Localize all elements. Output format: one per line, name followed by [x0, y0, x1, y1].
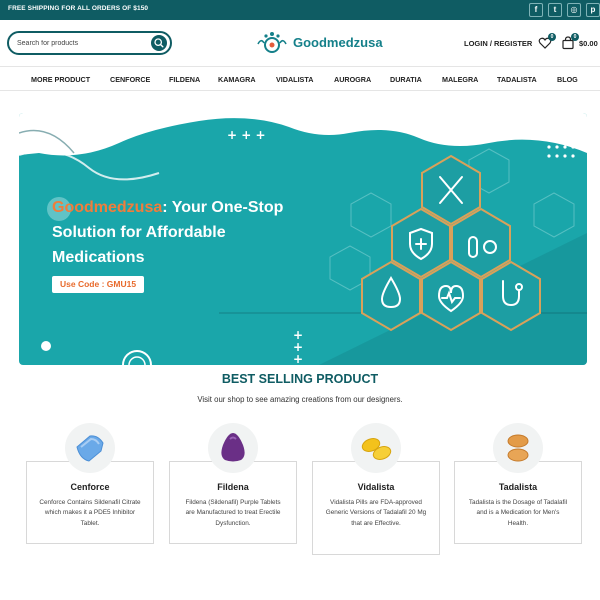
- login-register-link[interactable]: LOGIN / REGISTER: [464, 39, 532, 48]
- product-card-tadalista[interactable]: Tadalista Tadalista is the Dosage of Tad…: [454, 461, 582, 544]
- nav-item-duratia[interactable]: DURATIA: [390, 75, 422, 84]
- search-input[interactable]: [17, 36, 147, 50]
- product-image-tadalista[interactable]: [493, 423, 543, 473]
- product-card-vidalista[interactable]: Vidalista Vidalista Pills are FDA-approv…: [312, 461, 440, 555]
- logo-text: Goodmedzusa: [293, 35, 383, 50]
- search-box: [7, 31, 172, 55]
- svg-text:+ + +: + + +: [227, 128, 266, 142]
- product-title[interactable]: Tadalista: [455, 482, 581, 492]
- product-title[interactable]: Vidalista: [313, 482, 439, 492]
- product-image-fildena[interactable]: [208, 423, 258, 473]
- search-icon: [154, 38, 164, 48]
- purple-pill-icon: [221, 433, 245, 462]
- product-card-cenforce[interactable]: Cenforce Cenforce Contains Sildenafil Ci…: [26, 461, 154, 544]
- banner-headline-line2: Solution for Affordable: [52, 224, 226, 241]
- banner-headline-rest: : Your One-Stop: [162, 199, 284, 216]
- nav-item-tadalista[interactable]: TADALISTA: [497, 75, 537, 84]
- section-title: BEST SELLING PRODUCT: [221, 372, 379, 386]
- site-header: Goodmedzusa LOGIN / REGISTER 0 0 $0.00: [0, 20, 600, 67]
- product-description: Cenforce Contains Sildenafil Citrate whi…: [39, 499, 141, 527]
- cart-button[interactable]: 0: [561, 33, 579, 50]
- product-title[interactable]: Fildena: [170, 482, 296, 492]
- pinterest-icon[interactable]: p: [586, 3, 600, 17]
- nav-item-cenforce[interactable]: CENFORCE: [110, 75, 150, 84]
- banner-brand: Goodmedzusa: [52, 199, 163, 216]
- nav-item-vidalista[interactable]: VIDALISTA: [276, 75, 313, 84]
- product-description: Vidalista Pills are FDA-approved Generic…: [325, 499, 427, 527]
- nav-item-aurogra[interactable]: AUROGRA: [334, 75, 371, 84]
- nav-item-fildena[interactable]: FILDENA: [169, 75, 200, 84]
- nav-item-more-product[interactable]: MORE PRODUCT: [31, 75, 90, 84]
- product-title[interactable]: Cenforce: [27, 482, 153, 492]
- cart-count-badge: 0: [571, 33, 579, 41]
- section-subtitle: Visit our shop to see amazing creations …: [197, 395, 403, 404]
- wishlist-count-badge: 0: [548, 33, 556, 41]
- product-image-vidalista[interactable]: [351, 423, 401, 473]
- wishlist-button[interactable]: 0: [538, 33, 556, 50]
- product-description: Tadalista is the Dosage of Tadalafil and…: [468, 499, 568, 527]
- facebook-icon[interactable]: f: [529, 3, 543, 17]
- promo-code-badge: Use Code : GMU15: [52, 276, 145, 293]
- hero-banner[interactable]: + + + + + + Goodmedzusa: Your One-Stop S…: [19, 113, 587, 365]
- orange-pill-icon: [507, 434, 529, 462]
- yellow-pill-icon: [361, 438, 392, 460]
- product-image-cenforce[interactable]: [65, 423, 115, 473]
- banner-headline-line1: Goodmedzusa: Your One-Stop: [52, 199, 283, 217]
- nav-item-blog[interactable]: BLOG: [557, 75, 578, 84]
- cart-total[interactable]: $0.00: [579, 39, 598, 48]
- banner-headline-line3: Medications: [52, 249, 145, 266]
- top-bar: FREE SHIPPING FOR ALL ORDERS OF $150 f t…: [0, 0, 600, 20]
- main-nav: MORE PRODUCT CENFORCE FILDENA KAMAGRA VI…: [0, 67, 600, 91]
- product-description: Fildena (Sildenafil) Purple Tablets are …: [185, 499, 281, 527]
- nav-item-kamagra[interactable]: KAMAGRA: [218, 75, 256, 84]
- twitter-icon[interactable]: t: [548, 3, 562, 17]
- logo-icon: [257, 32, 287, 53]
- nav-item-malegra[interactable]: MALEGRA: [442, 75, 478, 84]
- shipping-notice: FREE SHIPPING FOR ALL ORDERS OF $150: [8, 5, 149, 12]
- instagram-icon[interactable]: ◎: [567, 3, 581, 17]
- search-button[interactable]: [151, 35, 167, 51]
- svg-text:+: +: [293, 352, 303, 365]
- product-card-fildena[interactable]: Fildena Fildena (Sildenafil) Purple Tabl…: [169, 461, 297, 544]
- blue-pill-icon: [76, 435, 104, 462]
